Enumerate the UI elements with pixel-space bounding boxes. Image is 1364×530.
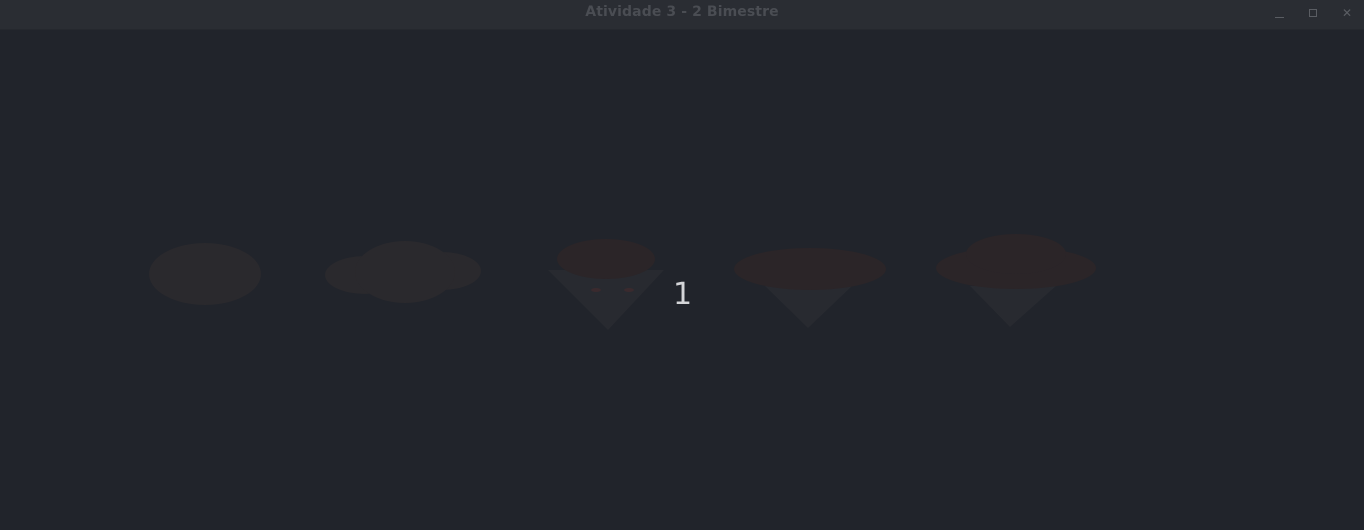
close-icon: ✕ bbox=[1341, 6, 1353, 20]
cloud-flat bbox=[734, 248, 886, 290]
accent-left bbox=[591, 288, 601, 292]
cloud-shape-1 bbox=[149, 243, 261, 305]
score-counter: 1 bbox=[673, 277, 693, 312]
cloud-shape-2 bbox=[325, 241, 481, 303]
game-canvas[interactable]: 1 bbox=[0, 30, 1364, 530]
accent-right bbox=[624, 288, 634, 292]
cloud-puff-center bbox=[355, 241, 455, 303]
cone bbox=[970, 286, 1056, 327]
window-title: Atividade 3 - 2 Bimestre bbox=[585, 4, 779, 20]
minimize-button[interactable] bbox=[1268, 3, 1290, 23]
cloud-top bbox=[966, 234, 1066, 274]
minimize-icon bbox=[1274, 16, 1284, 18]
app-window: Atividade 3 - 2 Bimestre ✕ 1 bbox=[0, 0, 1364, 530]
title-bar[interactable]: Atividade 3 - 2 Bimestre ✕ bbox=[0, 0, 1364, 30]
close-button[interactable]: ✕ bbox=[1336, 3, 1358, 23]
cone bbox=[765, 286, 852, 328]
cloud-top bbox=[557, 239, 655, 279]
maximize-icon bbox=[1309, 9, 1317, 17]
cone-cloud-shape-4 bbox=[734, 248, 886, 328]
cone-cloud-shape-3 bbox=[548, 239, 664, 330]
cloud-oval bbox=[149, 243, 261, 305]
cone-cloud-shape-5 bbox=[936, 234, 1096, 327]
maximize-button[interactable] bbox=[1302, 3, 1324, 23]
